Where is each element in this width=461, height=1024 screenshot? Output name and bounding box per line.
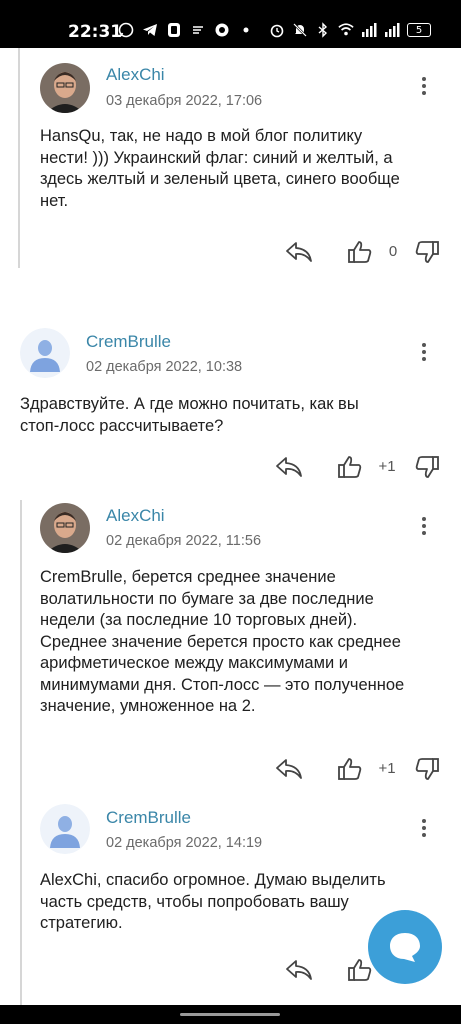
comment-author[interactable]: CremBrulle [106, 808, 191, 828]
dislike-icon[interactable] [412, 453, 442, 481]
comment-line: часть средств, чтобы попробовать вашу [40, 892, 349, 911]
comment-line: значение, умноженное на 2. [40, 697, 256, 715]
more-options-icon[interactable] [414, 816, 434, 840]
comment-line: Среднее значение берется просто как сред… [40, 632, 401, 651]
signal-icon [384, 22, 400, 38]
like-icon[interactable] [335, 755, 365, 783]
wifi-icon [338, 22, 354, 38]
comment-line: волатильности по бумаге за две последние [40, 589, 374, 608]
like-icon[interactable] [335, 453, 365, 481]
dot-icon [238, 22, 254, 38]
status-time: 22:31 [68, 22, 123, 42]
whatsapp-icon [118, 22, 134, 38]
avatar[interactable] [40, 804, 90, 854]
comment-line: HansQu, так, не надо в мой блог политику [40, 127, 363, 145]
comment-line: стратегию. [40, 914, 123, 932]
more-options-icon[interactable] [414, 74, 434, 98]
comment-author[interactable]: CremBrulle [86, 332, 171, 352]
vote-score: 0 [388, 243, 398, 260]
comment-date: 03 декабря 2022, 17:06 [106, 93, 263, 109]
chat-bubble-icon [390, 933, 420, 962]
home-gesture-handle[interactable] [180, 1013, 280, 1016]
mute-icon [292, 22, 308, 38]
status-bar: 22:31 5 [0, 0, 461, 48]
like-icon[interactable] [345, 238, 375, 266]
notification-icons [118, 22, 254, 38]
telegram-icon [142, 22, 158, 38]
comment-line: минимумами дня. Стоп-лосс — это полученн… [40, 675, 405, 694]
comment-text: HansQu, так, не надо в мой блог политику… [40, 126, 400, 212]
reply-icon[interactable] [274, 755, 304, 783]
avatar[interactable] [40, 503, 90, 553]
vote-score: +1 [378, 458, 396, 475]
reply-icon[interactable] [284, 238, 314, 266]
comment-line: стоп-лосс рассчитываете? [20, 416, 224, 435]
comment-author[interactable]: AlexChi [106, 506, 165, 526]
comment-date: 02 декабря 2022, 14:19 [106, 835, 263, 851]
comment-author[interactable]: AlexChi [106, 65, 165, 85]
comment-line: недели (за последние 10 торговых дней). [40, 611, 358, 629]
system-nav-bar [0, 1005, 461, 1024]
comment-text: Здравствуйте. А где можно почитать, как … [20, 394, 359, 437]
more-options-icon[interactable] [414, 340, 434, 364]
avatar[interactable] [40, 63, 90, 113]
reply-icon[interactable] [274, 453, 304, 481]
signal-icon [361, 22, 377, 38]
dislike-icon[interactable] [412, 755, 442, 783]
chat-fab-button[interactable] [368, 910, 442, 984]
comment-line: нести! ))) Украинский флаг: синий и желт… [40, 148, 393, 167]
vote-score: +1 [378, 760, 396, 777]
comment-date: 02 декабря 2022, 11:56 [106, 533, 262, 549]
comment-line: CremBrulle, берется среднее значение [40, 568, 336, 586]
bluetooth-icon [315, 22, 331, 38]
avatar[interactable] [20, 328, 70, 378]
comment-line: AlexChi, спасибо огромное. Думаю выделит… [40, 871, 386, 889]
browser-icon [214, 22, 230, 38]
comment-date: 02 декабря 2022, 10:38 [86, 359, 243, 375]
reply-icon[interactable] [284, 956, 314, 984]
battery-indicator: 5 [407, 23, 431, 37]
notes-icon [190, 22, 206, 38]
comment-line: арифметическое между максимумами и [40, 654, 348, 672]
comment-line: здесь желтый и зеленый цвета, синего воо… [40, 170, 400, 188]
dislike-icon[interactable] [412, 238, 442, 266]
thread-line [18, 48, 20, 268]
comment-text: CremBrulle, берется среднее значение вол… [40, 567, 404, 718]
system-icons: 5 [269, 22, 431, 38]
comment-line: Здравствуйте. А где можно почитать, как … [20, 395, 359, 413]
app-icon [166, 22, 182, 38]
comment-line: нет. [40, 191, 69, 210]
comment-text: AlexChi, спасибо огромное. Думаю выделит… [40, 870, 386, 935]
alarm-icon [269, 22, 285, 38]
thread-line [20, 500, 22, 1005]
more-options-icon[interactable] [414, 514, 434, 538]
